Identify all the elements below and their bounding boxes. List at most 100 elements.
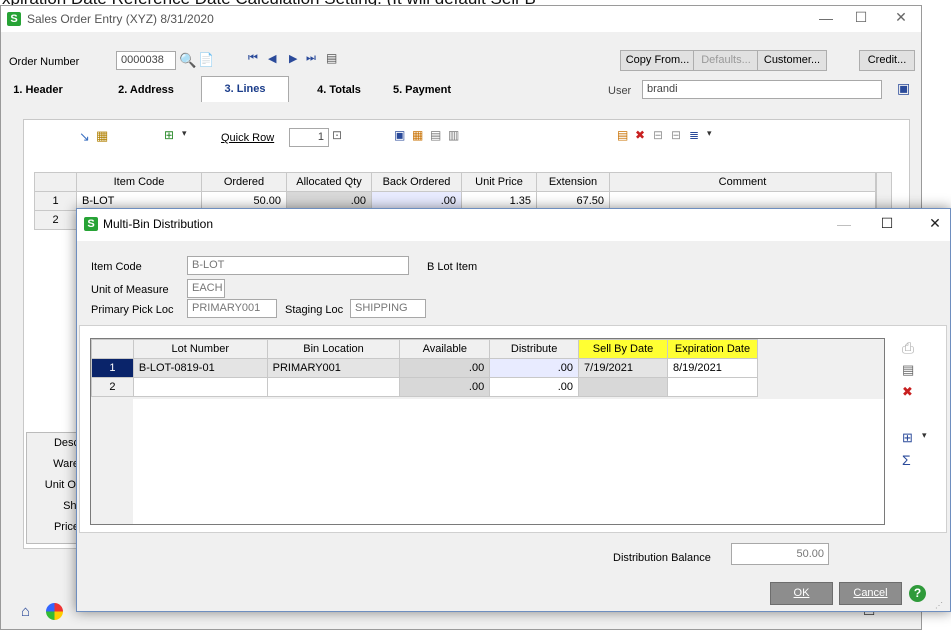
col-header-extension[interactable]: Extension <box>536 172 610 192</box>
rows-dropdown-icon[interactable]: ▾ <box>707 128 712 139</box>
cell-expiration-date[interactable]: 8/19/2021 <box>666 358 759 378</box>
ok-button[interactable]: OK <box>770 582 833 605</box>
main-window-title: Sales Order Entry (XYZ) 8/31/2020 <box>27 12 214 26</box>
color-wheel-icon[interactable] <box>46 603 63 620</box>
delete-row-icon[interactable]: ✖ <box>635 128 645 142</box>
customize-icon[interactable]: ⊞ <box>902 430 913 446</box>
customer-button[interactable]: Customer... <box>757 50 827 71</box>
insert-row-icon[interactable]: ▤ <box>617 128 628 142</box>
table-row[interactable]: 2 .00 .00 <box>91 377 759 397</box>
tab-totals[interactable]: 4. Totals <box>301 79 377 101</box>
col-header-expiration-date[interactable]: Expiration Date <box>666 339 759 359</box>
next-number-icon[interactable]: 📄 <box>198 52 214 68</box>
last-record-icon[interactable]: ⏭ <box>306 52 316 65</box>
row-number: 1 <box>34 191 77 211</box>
memo-icon[interactable]: ▣ <box>897 80 910 97</box>
dialog-title: Multi-Bin Distribution <box>103 217 214 231</box>
cell-distribute[interactable]: .00 <box>489 377 580 397</box>
lookup-icon[interactable]: 🔍 <box>179 52 196 69</box>
sage-logo-icon: S <box>84 217 98 231</box>
col-header-back-ordered[interactable]: Back Ordered <box>371 172 462 192</box>
tab-payment[interactable]: 5. Payment <box>379 79 465 101</box>
tab-header[interactable]: 1. Header <box>5 79 71 101</box>
first-record-icon[interactable]: ⏮ <box>248 52 258 65</box>
col-header-lot-number[interactable]: Lot Number <box>132 339 268 359</box>
primary-pick-loc-label: Primary Pick Loc <box>91 304 174 316</box>
close-icon[interactable]: ✕ <box>920 215 950 232</box>
col-header-unit-price[interactable]: Unit Price <box>461 172 537 192</box>
delete-rows-icon[interactable]: ✖ <box>902 384 913 400</box>
list-icon[interactable]: ▤ <box>326 51 337 65</box>
unit-of-measure-field: EACH <box>187 279 225 298</box>
maximize-icon[interactable]: ☐ <box>872 215 902 232</box>
cell-expiration-date[interactable] <box>666 377 759 397</box>
resize-grip-icon[interactable]: ⋰ <box>935 601 943 610</box>
grid-icon[interactable]: ▦ <box>412 128 423 142</box>
cell-distribute[interactable]: .00 <box>489 358 580 378</box>
row-number: 2 <box>91 377 134 397</box>
help-cap-icon[interactable]: ⌂ <box>21 603 30 620</box>
copy-from-button[interactable]: Copy From... <box>620 50 695 71</box>
comment-icon[interactable]: ▣ <box>394 128 405 142</box>
tab-lines[interactable]: 3. Lines <box>201 76 289 102</box>
user-field: brandi <box>642 80 882 99</box>
paste-lines-icon[interactable]: ▥ <box>448 128 459 142</box>
minimize-icon[interactable]: — <box>811 10 841 26</box>
staging-loc-field: SHIPPING <box>350 299 426 318</box>
cell-bin-location[interactable]: PRIMARY001 <box>266 358 401 378</box>
col-header-bin-location[interactable]: Bin Location <box>266 339 401 359</box>
tab-address[interactable]: 2. Address <box>111 79 181 101</box>
col-header-sell-by-date[interactable]: Sell By Date <box>578 339 668 359</box>
print-icon: ⎙ <box>902 340 915 357</box>
next-record-icon[interactable]: ▶ <box>289 52 297 65</box>
go-to-row-icon[interactable]: ⊡ <box>332 128 342 142</box>
customize-icon[interactable]: ⊞ <box>164 128 174 142</box>
close-icon[interactable]: ✕ <box>886 9 916 26</box>
table-row[interactable]: 1 B-LOT-0819-01 PRIMARY001 .00 .00 7/19/… <box>91 358 759 378</box>
cell-sell-by-date[interactable]: 7/19/2021 <box>578 358 668 378</box>
col-header-distribute[interactable]: Distribute <box>489 339 580 359</box>
help-icon[interactable]: ? <box>909 585 926 602</box>
line-detail-labels: Desc Ware Unit Of Shi Price <box>26 432 82 544</box>
grid-empty-area <box>133 399 884 524</box>
cancel-button[interactable]: Cancel <box>839 582 902 605</box>
unit-of-measure-label: Unit of Measure <box>91 284 169 296</box>
cell-lot-number[interactable] <box>132 377 268 397</box>
credit-button[interactable]: Credit... <box>859 50 915 71</box>
sort-rows-icon[interactable]: ≣ <box>689 128 699 142</box>
sort-icon[interactable]: ↘ <box>79 129 90 145</box>
distribution-balance-label: Distribution Balance <box>613 552 711 564</box>
customize-dropdown-icon[interactable]: ▾ <box>922 430 927 441</box>
table-icon[interactable]: ▤ <box>902 362 914 378</box>
copy-lines-icon[interactable]: ▤ <box>430 128 441 142</box>
item-description: B Lot Item <box>427 261 478 273</box>
row-number-header <box>91 339 134 359</box>
col-header-comment[interactable]: Comment <box>609 172 876 192</box>
sage-logo-icon: S <box>7 12 21 26</box>
cell-lot-number[interactable]: B-LOT-0819-01 <box>132 358 268 378</box>
split-row-icon[interactable]: ⊟ <box>653 128 663 142</box>
quick-row-field[interactable]: 1 <box>289 128 329 147</box>
cell-sell-by-date <box>578 377 668 397</box>
dialog-titlebar: S Multi-Bin Distribution — ☐ ✕ <box>77 209 950 241</box>
cell-bin-location[interactable] <box>266 377 401 397</box>
binoculars-icon[interactable]: ▦ <box>96 128 108 144</box>
order-number-field[interactable]: 0000038 <box>116 51 176 70</box>
distribution-grid: Lot Number Bin Location Available Distri… <box>91 339 759 397</box>
col-header-allocated[interactable]: Allocated Qty <box>286 172 372 192</box>
distribution-balance-field: 50.00 <box>731 543 829 565</box>
merge-row-icon[interactable]: ⊟ <box>671 128 681 142</box>
maximize-icon[interactable]: ☐ <box>846 9 876 26</box>
col-header-item-code[interactable]: Item Code <box>76 172 202 192</box>
item-code-field: B-LOT <box>187 256 409 275</box>
customize-dropdown-icon[interactable]: ▾ <box>182 128 187 139</box>
col-header-ordered[interactable]: Ordered <box>201 172 287 192</box>
quick-row-label: Quick Row <box>221 132 275 144</box>
defaults-button[interactable]: Defaults... <box>693 50 759 71</box>
user-label: User <box>608 85 632 97</box>
row-number-header <box>34 172 77 192</box>
sum-icon[interactable]: Σ <box>902 452 911 468</box>
distribution-grid-frame: Lot Number Bin Location Available Distri… <box>90 338 885 525</box>
previous-record-icon[interactable]: ◀ <box>268 52 276 65</box>
col-header-available[interactable]: Available <box>399 339 491 359</box>
